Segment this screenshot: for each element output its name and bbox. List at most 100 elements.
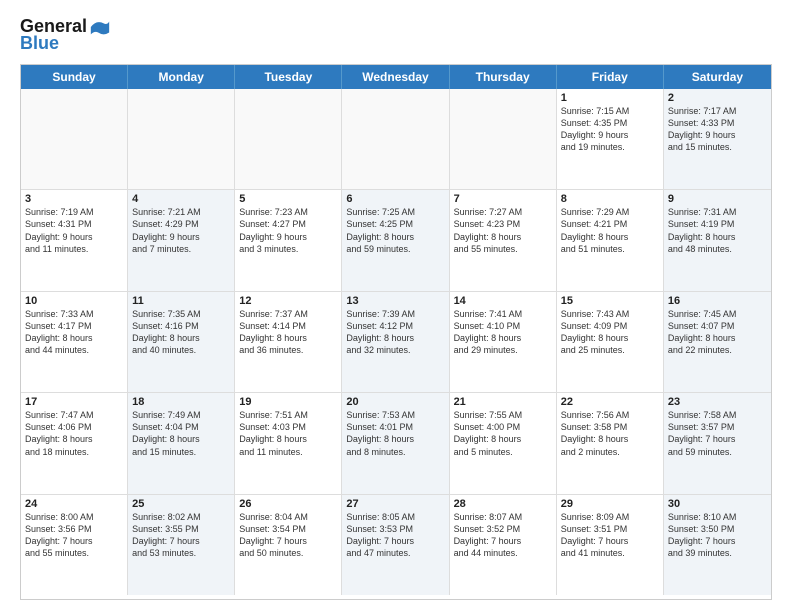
cal-cell [450,89,557,189]
header-day-monday: Monday [128,65,235,89]
day-info: Sunrise: 7:17 AM Sunset: 4:33 PM Dayligh… [668,105,767,154]
day-info: Sunrise: 8:09 AM Sunset: 3:51 PM Dayligh… [561,511,659,560]
day-info: Sunrise: 8:05 AM Sunset: 3:53 PM Dayligh… [346,511,444,560]
calendar-body: 1Sunrise: 7:15 AM Sunset: 4:35 PM Daylig… [21,89,771,595]
day-info: Sunrise: 8:02 AM Sunset: 3:55 PM Dayligh… [132,511,230,560]
day-info: Sunrise: 7:45 AM Sunset: 4:07 PM Dayligh… [668,308,767,357]
day-info: Sunrise: 7:21 AM Sunset: 4:29 PM Dayligh… [132,206,230,255]
header-day-friday: Friday [557,65,664,89]
day-info: Sunrise: 7:41 AM Sunset: 4:10 PM Dayligh… [454,308,552,357]
day-number: 25 [132,498,230,510]
cal-cell: 9Sunrise: 7:31 AM Sunset: 4:19 PM Daylig… [664,190,771,290]
cal-cell: 27Sunrise: 8:05 AM Sunset: 3:53 PM Dayli… [342,495,449,595]
day-number: 6 [346,193,444,205]
day-info: Sunrise: 7:56 AM Sunset: 3:58 PM Dayligh… [561,409,659,458]
header-day-tuesday: Tuesday [235,65,342,89]
cal-cell: 11Sunrise: 7:35 AM Sunset: 4:16 PM Dayli… [128,292,235,392]
cal-cell: 25Sunrise: 8:02 AM Sunset: 3:55 PM Dayli… [128,495,235,595]
day-info: Sunrise: 7:49 AM Sunset: 4:04 PM Dayligh… [132,409,230,458]
header-day-thursday: Thursday [450,65,557,89]
day-number: 20 [346,396,444,408]
day-info: Sunrise: 7:37 AM Sunset: 4:14 PM Dayligh… [239,308,337,357]
cal-cell [21,89,128,189]
day-number: 4 [132,193,230,205]
day-number: 18 [132,396,230,408]
day-number: 30 [668,498,767,510]
day-info: Sunrise: 8:07 AM Sunset: 3:52 PM Dayligh… [454,511,552,560]
cal-cell: 12Sunrise: 7:37 AM Sunset: 4:14 PM Dayli… [235,292,342,392]
cal-cell [342,89,449,189]
day-number: 17 [25,396,123,408]
cal-cell: 18Sunrise: 7:49 AM Sunset: 4:04 PM Dayli… [128,393,235,493]
calendar-header: SundayMondayTuesdayWednesdayThursdayFrid… [21,65,771,89]
cal-cell: 2Sunrise: 7:17 AM Sunset: 4:33 PM Daylig… [664,89,771,189]
day-number: 11 [132,295,230,307]
day-info: Sunrise: 7:33 AM Sunset: 4:17 PM Dayligh… [25,308,123,357]
day-info: Sunrise: 7:53 AM Sunset: 4:01 PM Dayligh… [346,409,444,458]
cal-cell: 13Sunrise: 7:39 AM Sunset: 4:12 PM Dayli… [342,292,449,392]
cal-cell: 19Sunrise: 7:51 AM Sunset: 4:03 PM Dayli… [235,393,342,493]
cal-cell: 3Sunrise: 7:19 AM Sunset: 4:31 PM Daylig… [21,190,128,290]
day-number: 24 [25,498,123,510]
cal-cell: 5Sunrise: 7:23 AM Sunset: 4:27 PM Daylig… [235,190,342,290]
calendar-week-2: 3Sunrise: 7:19 AM Sunset: 4:31 PM Daylig… [21,190,771,291]
day-number: 29 [561,498,659,510]
day-info: Sunrise: 7:23 AM Sunset: 4:27 PM Dayligh… [239,206,337,255]
day-number: 13 [346,295,444,307]
header-day-wednesday: Wednesday [342,65,449,89]
calendar-week-5: 24Sunrise: 8:00 AM Sunset: 3:56 PM Dayli… [21,495,771,595]
header-day-saturday: Saturday [664,65,771,89]
cal-cell: 29Sunrise: 8:09 AM Sunset: 3:51 PM Dayli… [557,495,664,595]
cal-cell: 30Sunrise: 8:10 AM Sunset: 3:50 PM Dayli… [664,495,771,595]
calendar-week-4: 17Sunrise: 7:47 AM Sunset: 4:06 PM Dayli… [21,393,771,494]
logo: General Blue [20,16,111,54]
logo-text-blue: Blue [20,34,59,54]
cal-cell: 28Sunrise: 8:07 AM Sunset: 3:52 PM Dayli… [450,495,557,595]
day-number: 9 [668,193,767,205]
cal-cell: 21Sunrise: 7:55 AM Sunset: 4:00 PM Dayli… [450,393,557,493]
cal-cell: 7Sunrise: 7:27 AM Sunset: 4:23 PM Daylig… [450,190,557,290]
cal-cell: 17Sunrise: 7:47 AM Sunset: 4:06 PM Dayli… [21,393,128,493]
logo-icon [89,16,111,38]
day-number: 7 [454,193,552,205]
calendar-week-1: 1Sunrise: 7:15 AM Sunset: 4:35 PM Daylig… [21,89,771,190]
day-number: 22 [561,396,659,408]
header-day-sunday: Sunday [21,65,128,89]
cal-cell [128,89,235,189]
day-number: 23 [668,396,767,408]
cal-cell: 6Sunrise: 7:25 AM Sunset: 4:25 PM Daylig… [342,190,449,290]
day-number: 15 [561,295,659,307]
day-info: Sunrise: 7:55 AM Sunset: 4:00 PM Dayligh… [454,409,552,458]
day-info: Sunrise: 7:51 AM Sunset: 4:03 PM Dayligh… [239,409,337,458]
cal-cell: 8Sunrise: 7:29 AM Sunset: 4:21 PM Daylig… [557,190,664,290]
cal-cell: 1Sunrise: 7:15 AM Sunset: 4:35 PM Daylig… [557,89,664,189]
day-number: 2 [668,92,767,104]
header: General Blue [20,16,772,54]
cal-cell: 15Sunrise: 7:43 AM Sunset: 4:09 PM Dayli… [557,292,664,392]
day-number: 8 [561,193,659,205]
day-number: 10 [25,295,123,307]
day-info: Sunrise: 8:00 AM Sunset: 3:56 PM Dayligh… [25,511,123,560]
cal-cell: 23Sunrise: 7:58 AM Sunset: 3:57 PM Dayli… [664,393,771,493]
cal-cell: 10Sunrise: 7:33 AM Sunset: 4:17 PM Dayli… [21,292,128,392]
day-number: 5 [239,193,337,205]
day-number: 21 [454,396,552,408]
page: General Blue SundayMondayTuesdayWednesda… [0,0,792,612]
cal-cell: 16Sunrise: 7:45 AM Sunset: 4:07 PM Dayli… [664,292,771,392]
cal-cell: 20Sunrise: 7:53 AM Sunset: 4:01 PM Dayli… [342,393,449,493]
day-number: 28 [454,498,552,510]
day-info: Sunrise: 7:47 AM Sunset: 4:06 PM Dayligh… [25,409,123,458]
day-info: Sunrise: 7:15 AM Sunset: 4:35 PM Dayligh… [561,105,659,154]
day-info: Sunrise: 7:58 AM Sunset: 3:57 PM Dayligh… [668,409,767,458]
day-info: Sunrise: 7:25 AM Sunset: 4:25 PM Dayligh… [346,206,444,255]
calendar: SundayMondayTuesdayWednesdayThursdayFrid… [20,64,772,600]
day-info: Sunrise: 7:27 AM Sunset: 4:23 PM Dayligh… [454,206,552,255]
day-info: Sunrise: 7:29 AM Sunset: 4:21 PM Dayligh… [561,206,659,255]
day-number: 19 [239,396,337,408]
day-info: Sunrise: 7:39 AM Sunset: 4:12 PM Dayligh… [346,308,444,357]
day-number: 26 [239,498,337,510]
cal-cell: 22Sunrise: 7:56 AM Sunset: 3:58 PM Dayli… [557,393,664,493]
day-info: Sunrise: 7:31 AM Sunset: 4:19 PM Dayligh… [668,206,767,255]
day-info: Sunrise: 8:10 AM Sunset: 3:50 PM Dayligh… [668,511,767,560]
day-info: Sunrise: 7:43 AM Sunset: 4:09 PM Dayligh… [561,308,659,357]
